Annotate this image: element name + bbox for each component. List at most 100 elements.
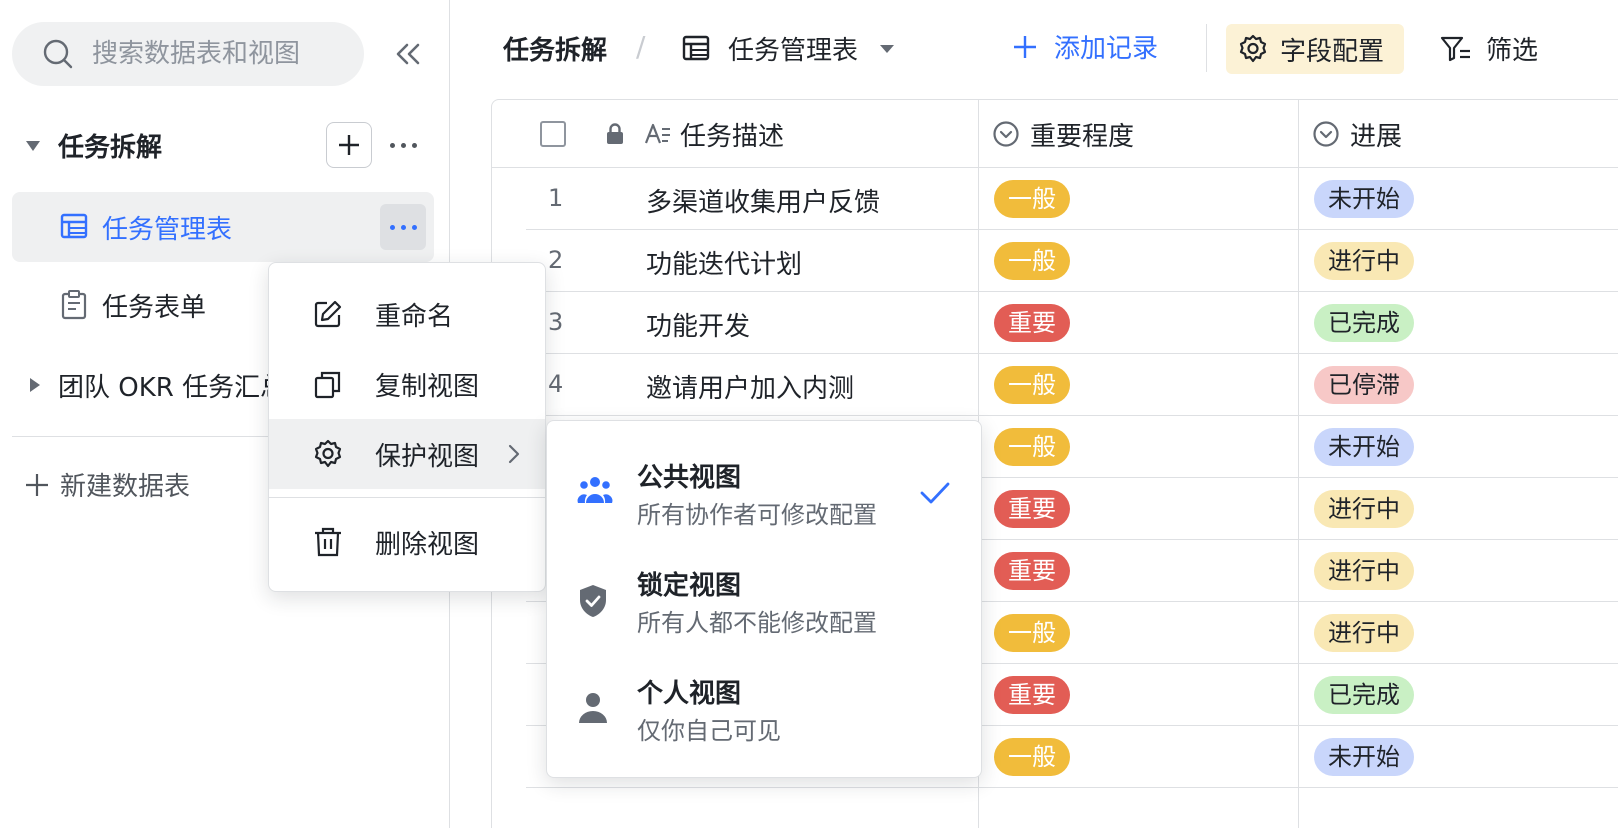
importance-tag[interactable]: 一般 bbox=[994, 738, 1070, 776]
progress-tag[interactable]: 未开始 bbox=[1314, 738, 1414, 776]
field-config-button[interactable]: 字段配置 bbox=[1226, 24, 1404, 74]
menu-item-rename[interactable]: 重命名 bbox=[269, 279, 545, 349]
caret-down-icon[interactable] bbox=[24, 139, 42, 153]
column-label: 重要程度 bbox=[1030, 121, 1135, 152]
view-context-menu: 重命名 复制视图 保护视图 删除视图 bbox=[268, 262, 546, 592]
table-row[interactable]: 2 功能迭代计划 一般 进行中 bbox=[526, 230, 1618, 292]
submenu-item-title: 公共视图 bbox=[637, 463, 742, 493]
task-desc-cell[interactable]: 功能迭代计划 bbox=[646, 244, 802, 281]
column-header-importance[interactable]: 重要程度 bbox=[992, 100, 1134, 168]
column-label: 进展 bbox=[1350, 121, 1403, 152]
caret-right-icon[interactable] bbox=[28, 376, 42, 394]
menu-divider bbox=[269, 497, 545, 498]
menu-item-label: 删除视图 bbox=[375, 529, 480, 560]
table-row[interactable]: 1 多渠道收集用户反馈 一般 未开始 bbox=[526, 168, 1618, 230]
add-record-button[interactable]: 添加记录 bbox=[1012, 28, 1158, 65]
select-all-checkbox[interactable] bbox=[540, 121, 566, 147]
progress-tag[interactable]: 未开始 bbox=[1314, 180, 1414, 218]
sidebar-item-label: 任务管理表 bbox=[102, 214, 233, 245]
row-number: 2 bbox=[548, 246, 564, 274]
menu-item-delete-view[interactable]: 删除视图 bbox=[269, 507, 545, 577]
field-config-label: 字段配置 bbox=[1280, 36, 1385, 67]
progress-tag[interactable]: 已完成 bbox=[1314, 676, 1414, 714]
task-desc-cell[interactable]: 多渠道收集用户反馈 bbox=[646, 182, 880, 219]
column-label: 任务描述 bbox=[680, 121, 785, 152]
filter-button[interactable]: 筛选 bbox=[1440, 30, 1538, 67]
view-name[interactable]: 任务管理表 bbox=[728, 30, 858, 67]
lock-icon bbox=[607, 123, 623, 144]
submenu-item-locked-view[interactable]: 锁定视图 所有人都不能修改配置 bbox=[547, 547, 981, 655]
filter-icon bbox=[1440, 36, 1470, 61]
submenu-item-title: 个人视图 bbox=[637, 679, 742, 709]
search-box[interactable] bbox=[12, 22, 364, 86]
submenu-item-public-view[interactable]: 公共视图 所有协作者可修改配置 bbox=[547, 439, 981, 547]
column-header-progress[interactable]: 进展 bbox=[1312, 100, 1402, 168]
toolbar: 任务拆解 / 任务管理表 添加记录 字段配置 筛选 bbox=[451, 0, 1618, 100]
importance-tag[interactable]: 重要 bbox=[994, 490, 1070, 528]
plus-icon bbox=[339, 135, 359, 155]
column-header-task-desc[interactable]: 任务描述 bbox=[644, 100, 784, 168]
progress-tag[interactable]: 进行中 bbox=[1314, 242, 1414, 280]
table-icon bbox=[60, 213, 88, 239]
submenu-item-desc: 仅你自己可见 bbox=[637, 717, 781, 745]
collapse-sidebar-button[interactable] bbox=[392, 36, 424, 72]
importance-tag[interactable]: 一般 bbox=[994, 428, 1070, 466]
breadcrumb[interactable]: 任务拆解 bbox=[503, 30, 607, 67]
progress-tag[interactable]: 未开始 bbox=[1314, 428, 1414, 466]
importance-tag[interactable]: 一般 bbox=[994, 614, 1070, 652]
tree-group-label: 任务拆解 bbox=[58, 132, 163, 163]
submenu-item-desc: 所有人都不能修改配置 bbox=[637, 609, 877, 637]
search-input[interactable] bbox=[92, 39, 352, 69]
trash-icon bbox=[315, 527, 341, 557]
double-chevron-left-icon bbox=[396, 43, 420, 65]
text-field-icon bbox=[644, 123, 670, 144]
sidebar-item-label: 任务表单 bbox=[102, 292, 207, 323]
single-select-icon bbox=[993, 121, 1019, 147]
copy-icon bbox=[314, 371, 341, 399]
filter-label: 筛选 bbox=[1486, 36, 1539, 66]
importance-tag[interactable]: 一般 bbox=[994, 366, 1070, 404]
group-more-button[interactable] bbox=[380, 122, 426, 168]
importance-tag[interactable]: 一般 bbox=[994, 242, 1070, 280]
add-view-button[interactable] bbox=[326, 122, 372, 168]
submenu-item-title: 锁定视图 bbox=[637, 571, 742, 601]
plus-icon bbox=[26, 473, 48, 496]
task-desc-cell[interactable]: 邀请用户加入内测 bbox=[646, 368, 854, 405]
search-icon bbox=[43, 39, 73, 69]
plus-icon bbox=[1014, 35, 1036, 58]
progress-tag[interactable]: 进行中 bbox=[1314, 490, 1414, 528]
check-icon bbox=[920, 482, 950, 504]
importance-tag[interactable]: 重要 bbox=[994, 676, 1070, 714]
new-table-button[interactable]: 新建数据表 bbox=[24, 466, 190, 503]
add-record-label: 添加记录 bbox=[1054, 34, 1159, 64]
person-icon bbox=[579, 693, 607, 723]
table-row[interactable]: 4 邀请用户加入内测 一般 已停滞 bbox=[526, 354, 1618, 416]
row-number: 1 bbox=[548, 184, 564, 212]
menu-item-protect-view[interactable]: 保护视图 bbox=[269, 419, 545, 489]
progress-tag[interactable]: 已完成 bbox=[1314, 304, 1414, 342]
shield-check-icon bbox=[580, 585, 606, 617]
table-icon bbox=[682, 35, 710, 61]
more-icon bbox=[389, 142, 417, 148]
menu-item-copy-view[interactable]: 复制视图 bbox=[269, 349, 545, 419]
caret-down-icon[interactable] bbox=[878, 43, 896, 55]
importance-tag[interactable]: 重要 bbox=[994, 552, 1070, 590]
importance-tag[interactable]: 重要 bbox=[994, 304, 1070, 342]
importance-tag[interactable]: 一般 bbox=[994, 180, 1070, 218]
form-icon bbox=[61, 290, 87, 320]
table-row[interactable]: 3 功能开发 重要 已完成 bbox=[526, 292, 1618, 354]
progress-tag[interactable]: 进行中 bbox=[1314, 614, 1414, 652]
view-more-button[interactable] bbox=[380, 204, 426, 250]
task-desc-cell[interactable]: 功能开发 bbox=[646, 306, 750, 343]
tree-group-label: 团队 OKR 任务汇总 bbox=[58, 372, 287, 403]
toolbar-divider bbox=[1206, 24, 1207, 72]
single-select-icon bbox=[1313, 121, 1339, 147]
people-icon bbox=[577, 477, 613, 503]
new-table-label: 新建数据表 bbox=[60, 472, 191, 502]
progress-tag[interactable]: 已停滞 bbox=[1314, 366, 1414, 404]
submenu-item-personal-view[interactable]: 个人视图 仅你自己可见 bbox=[547, 655, 981, 763]
progress-tag[interactable]: 进行中 bbox=[1314, 552, 1414, 590]
submenu-item-desc: 所有协作者可修改配置 bbox=[637, 501, 877, 529]
sidebar-item-task-table[interactable]: 任务管理表 bbox=[12, 192, 434, 262]
more-icon bbox=[389, 224, 417, 230]
